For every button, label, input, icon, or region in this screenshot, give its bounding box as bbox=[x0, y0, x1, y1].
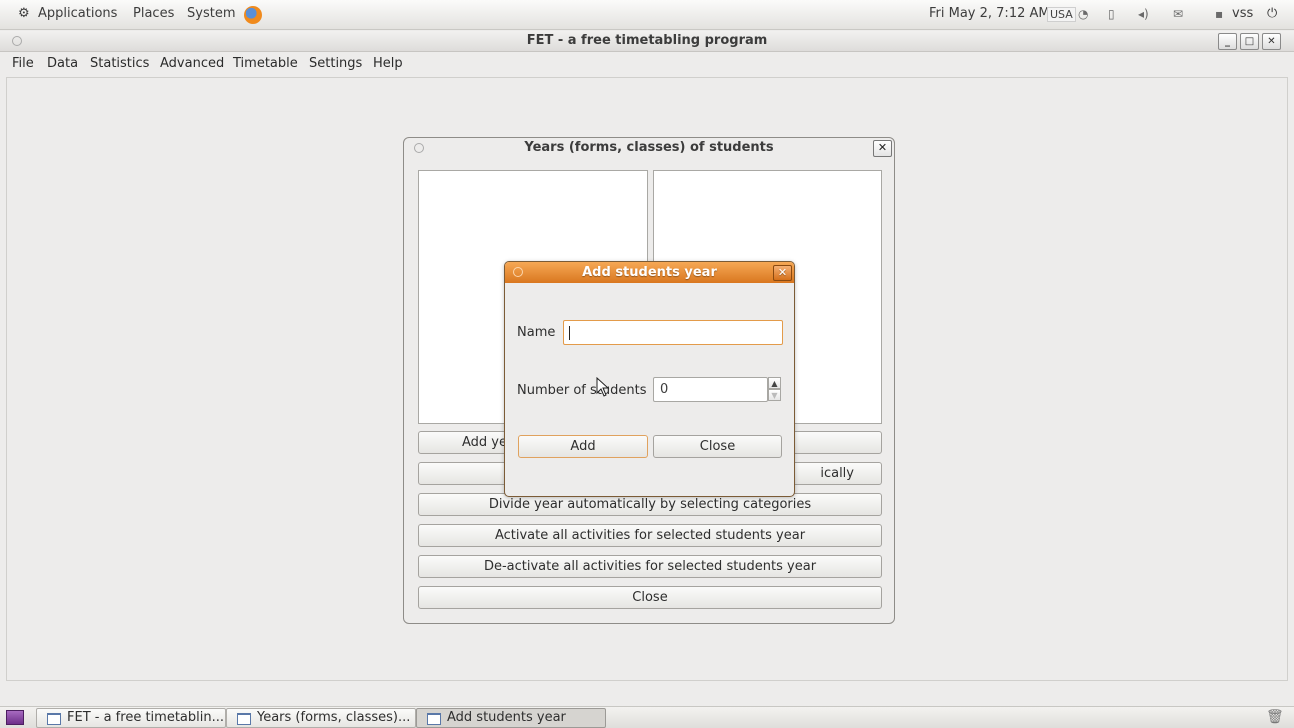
maximize-button[interactable]: □ bbox=[1240, 33, 1259, 50]
task-label: Years (forms, classes)... bbox=[257, 710, 411, 725]
places-menu[interactable]: Places bbox=[133, 6, 174, 21]
number-of-students-input[interactable]: 0 bbox=[653, 377, 768, 402]
mouse-cursor-icon bbox=[596, 377, 610, 397]
ubuntu-logo-icon[interactable]: ⚙ bbox=[18, 6, 30, 21]
task-add-students-year[interactable]: Add students year bbox=[416, 708, 606, 728]
menu-data[interactable]: Data bbox=[47, 56, 78, 71]
window-icon bbox=[427, 713, 441, 725]
chat-icon[interactable]: ▪ bbox=[1215, 7, 1223, 21]
menu-advanced[interactable]: Advanced bbox=[160, 56, 224, 71]
menu-help[interactable]: Help bbox=[373, 56, 403, 71]
volume-icon[interactable]: ◂) bbox=[1138, 7, 1149, 21]
years-close-button[interactable]: Close bbox=[418, 586, 882, 609]
activate-all-button[interactable]: Activate all activities for selected stu… bbox=[418, 524, 882, 547]
close-window-button[interactable]: ✕ bbox=[1262, 33, 1281, 50]
add-dialog-menu-icon[interactable] bbox=[513, 267, 523, 277]
add-button[interactable]: Add bbox=[518, 435, 648, 458]
spin-down-icon[interactable]: ▼ bbox=[768, 389, 781, 401]
top-panel: ⚙ Applications Places System Fri May 2, … bbox=[0, 0, 1294, 30]
show-desktop-icon[interactable] bbox=[6, 710, 24, 725]
deactivate-all-button[interactable]: De-activate all activities for selected … bbox=[418, 555, 882, 578]
window-icon bbox=[237, 713, 251, 725]
name-label: Name bbox=[517, 325, 556, 340]
task-label: Add students year bbox=[447, 710, 566, 725]
main-window-title: FET - a free timetabling program bbox=[526, 33, 768, 48]
add-students-year-dialog: Add students year ✕ Name Number of stude… bbox=[504, 261, 795, 497]
task-label: FET - a free timetablin... bbox=[67, 710, 224, 725]
add-dialog-close-icon[interactable]: ✕ bbox=[773, 265, 792, 281]
menu-settings[interactable]: Settings bbox=[309, 56, 362, 71]
network-icon[interactable]: ◔ bbox=[1078, 7, 1088, 21]
spin-up-icon[interactable]: ▲ bbox=[768, 377, 781, 389]
years-dialog-close-icon[interactable]: ✕ bbox=[873, 140, 892, 157]
add-dialog-titlebar: Add students year ✕ bbox=[505, 262, 794, 283]
menu-statistics[interactable]: Statistics bbox=[90, 56, 149, 71]
text-caret bbox=[569, 326, 570, 340]
task-main-window[interactable]: FET - a free timetablin... bbox=[36, 708, 226, 728]
menubar: File Data Statistics Advanced Timetable … bbox=[0, 53, 1294, 75]
number-of-students-label: Number of students bbox=[517, 383, 647, 398]
main-window-titlebar: FET - a free timetabling program _ □ ✕ bbox=[0, 31, 1294, 52]
power-icon[interactable]: ⏻ bbox=[1267, 6, 1277, 21]
window-menu-icon[interactable] bbox=[12, 36, 22, 46]
years-dialog-title: Years (forms, classes) of students bbox=[524, 140, 774, 155]
mail-icon[interactable]: ✉ bbox=[1173, 7, 1183, 21]
firefox-icon[interactable] bbox=[244, 6, 262, 24]
menu-file[interactable]: File bbox=[12, 56, 34, 71]
clock[interactable]: Fri May 2, 7:12 AM bbox=[929, 6, 1050, 21]
battery-icon[interactable]: ▯ bbox=[1108, 7, 1115, 21]
system-menu[interactable]: System bbox=[187, 6, 235, 21]
user-name[interactable]: vss bbox=[1232, 6, 1253, 21]
name-input[interactable] bbox=[563, 320, 783, 345]
trash-icon[interactable]: 🗑 bbox=[1266, 709, 1284, 725]
add-dialog-title: Add students year bbox=[582, 265, 717, 280]
close-button[interactable]: Close bbox=[653, 435, 782, 458]
window-icon bbox=[47, 713, 61, 725]
keyboard-layout-indicator[interactable]: USA bbox=[1047, 7, 1076, 22]
bottom-taskbar: FET - a free timetablin... Years (forms,… bbox=[0, 706, 1294, 728]
task-years-dialog[interactable]: Years (forms, classes)... bbox=[226, 708, 416, 728]
applications-menu[interactable]: Applications bbox=[38, 6, 117, 21]
minimize-button[interactable]: _ bbox=[1218, 33, 1237, 50]
menu-timetable[interactable]: Timetable bbox=[233, 56, 298, 71]
